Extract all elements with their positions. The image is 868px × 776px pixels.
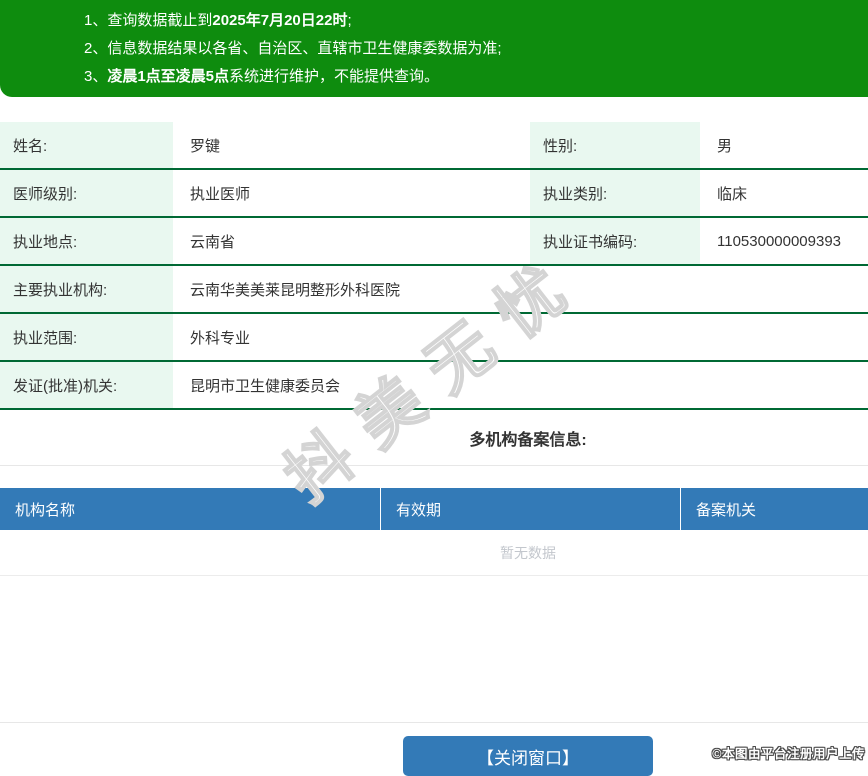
empty-data-row: 暂无数据 [0,530,868,576]
copyright-overlay: ©本图由平台注册用户上传 [712,747,865,761]
column-filing-authority: 备案机关 [680,488,868,530]
label-doctor-level: 医师级别: [0,170,173,218]
multi-org-table-header: 机构名称 有效期 备案机关 [0,488,868,530]
label-name: 姓名: [0,122,173,170]
query-result-page: 1、查询数据截止到2025年7月20日22时; 2、信息数据结果以各省、自治区、… [0,0,868,776]
label-practice-category: 执业类别: [530,170,700,218]
notice-line-2: 2、信息数据结果以各省、自治区、直辖市卫生健康委数据为准; [0,35,868,63]
close-window-button[interactable]: 【关闭窗口】 [403,736,653,776]
column-institution-name: 机构名称 [15,501,76,519]
notice-text: 查询数据截止到 [107,12,213,29]
value-practice-location: 云南省 [173,218,530,266]
label-gender: 性别: [530,122,700,170]
practitioner-info-table: 姓名: 罗键 性别: 男 医师级别: 执业医师 执业类别: 临床 执业地点: 云… [0,122,868,410]
value-certificate-number: 110530000009393 [700,218,868,266]
value-primary-institution: 云南华美美莱昆明整形外科医院 [173,266,868,314]
label-practice-scope: 执业范围: [0,314,173,362]
notice-text: ; [347,12,352,29]
notice-line-3: 3、凌晨1点至凌晨5点系统进行维护，不能提供查询。 [0,63,868,91]
notice-line-1: 1、查询数据截止到2025年7月20日22时; [0,7,868,35]
notice-text: 系统进行维护，不能提供查询。 [229,68,440,85]
empty-data-text: 暂无数据 [500,544,556,561]
value-doctor-level: 执业医师 [173,170,530,218]
notice-number: 1、 [84,12,108,29]
label-practice-location: 执业地点: [0,218,173,266]
value-practice-scope: 外科专业 [173,314,868,362]
value-name: 罗键 [173,122,530,170]
notice-banner: 1、查询数据截止到2025年7月20日22时; 2、信息数据结果以各省、自治区、… [0,0,868,97]
value-gender: 男 [700,122,868,170]
label-issuing-authority: 发证(批准)机关: [0,362,173,410]
value-issuing-authority: 昆明市卫生健康委员会 [173,362,868,410]
column-validity-period: 有效期 [380,488,680,530]
notice-number: 2、 [84,40,108,57]
multi-org-title: 多机构备案信息: [0,410,868,466]
notice-number: 3、 [84,68,108,85]
notice-text: 信息数据结果以各省、自治区、直辖市卫生健康委数据为准; [107,40,502,57]
notice-text-bold: 2025年7月20日22时 [212,12,348,29]
label-certificate-number: 执业证书编码: [530,218,700,266]
footer-divider [0,722,868,723]
label-primary-institution: 主要执业机构: [0,266,173,314]
value-practice-category: 临床 [700,170,868,218]
notice-text-bold: 凌晨1点至凌晨5点 [107,68,230,85]
